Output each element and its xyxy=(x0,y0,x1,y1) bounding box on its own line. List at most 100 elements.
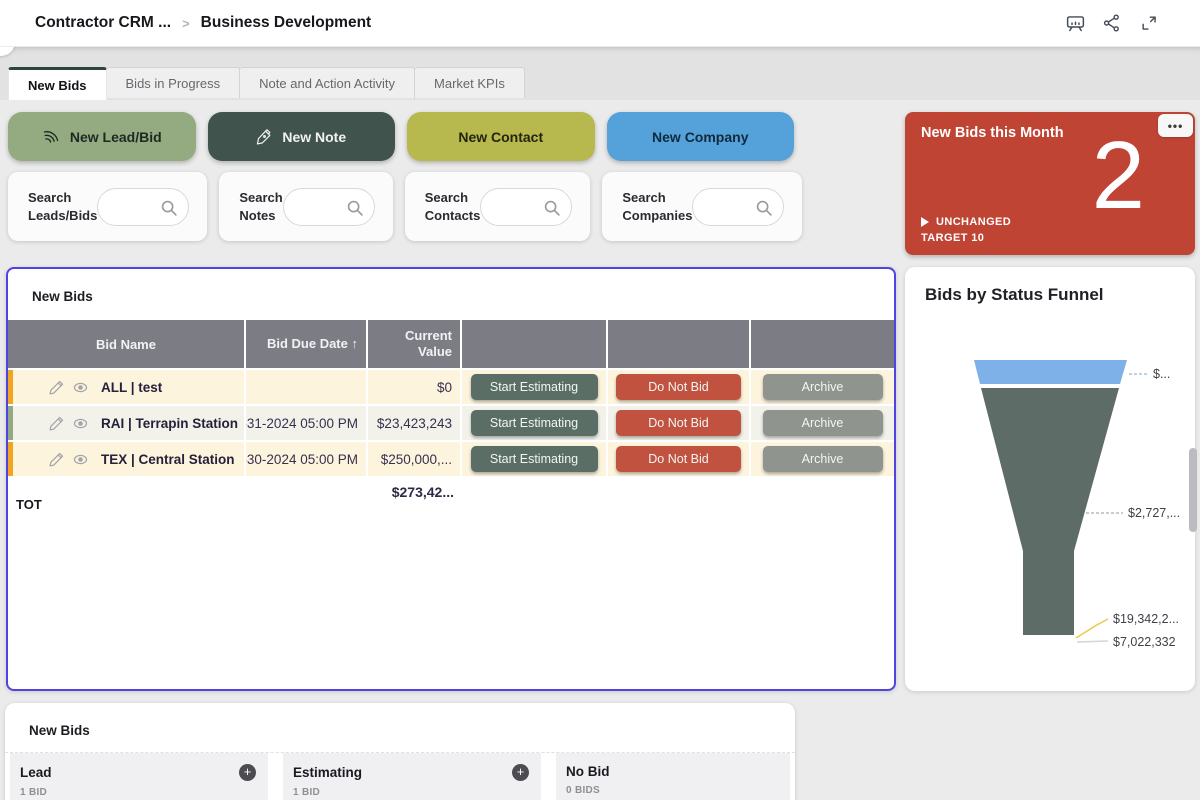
search-pill xyxy=(692,188,784,226)
appbar-actions xyxy=(1064,12,1160,34)
action-cell: Start Estimating xyxy=(462,370,608,404)
funnel-label: $... xyxy=(1153,367,1170,381)
action-cell: Do Not Bid xyxy=(608,406,751,440)
total-value: $273,42... xyxy=(368,476,462,518)
column-count: 1 BID xyxy=(20,787,256,798)
search-companies-card: SearchCompanies xyxy=(602,172,802,241)
signal-arcs-icon xyxy=(42,127,61,146)
expand-icon[interactable] xyxy=(1138,12,1160,34)
button-label: New Lead/Bid xyxy=(70,129,162,145)
start-estimating-button[interactable]: Start Estimating xyxy=(471,446,598,472)
kpi-target: TARGET 10 xyxy=(921,232,984,244)
bid-name-cell: ALL | test xyxy=(8,370,246,404)
funnel-label: $19,342,2... xyxy=(1113,612,1179,626)
current-value-cell: $0 xyxy=(368,370,462,404)
leader-line-4 xyxy=(1077,641,1108,642)
search-icon[interactable] xyxy=(753,197,775,219)
card-title: New Bids xyxy=(29,723,90,738)
action-cell: Archive xyxy=(751,370,894,404)
funnel-segment-1[interactable] xyxy=(974,360,1127,384)
search-pill xyxy=(480,188,572,226)
edit-icon[interactable] xyxy=(48,415,65,432)
column-header-bid-due-date[interactable]: Bid Due Date ↑ xyxy=(246,320,368,368)
search-label: SearchContacts xyxy=(425,189,481,224)
new-note-button[interactable]: New Note xyxy=(208,112,396,161)
search-icon[interactable] xyxy=(344,197,366,219)
bids-table: Bid Name Bid Due Date ↑ Current Value xyxy=(8,320,894,518)
vertical-scrollbar[interactable] xyxy=(1189,448,1197,532)
search-label: SearchCompanies xyxy=(622,189,692,224)
button-label: New Note xyxy=(282,129,346,145)
table-total-row: TOT $273,42... xyxy=(8,476,894,518)
search-label: SearchNotes xyxy=(239,189,282,224)
column-header-blank xyxy=(751,320,894,368)
column-count: 1 BID xyxy=(293,787,529,798)
status-color-bar xyxy=(8,442,13,476)
new-contact-button[interactable]: New Contact xyxy=(407,112,595,161)
tab-label: Note and Action Activity xyxy=(259,76,395,91)
new-bids-table-card: New Bids Bid Name Bid Due Date ↑ Current… xyxy=(6,267,896,691)
do-not-bid-button[interactable]: Do Not Bid xyxy=(616,374,741,400)
bid-name-cell: TEX | Central Station xyxy=(8,442,246,476)
view-icon[interactable] xyxy=(72,415,89,432)
search-icon[interactable] xyxy=(158,197,180,219)
bid-name[interactable]: TEX | Central Station xyxy=(101,452,235,467)
share-icon[interactable] xyxy=(1101,12,1123,34)
new-lead-bid-button[interactable]: New Lead/Bid xyxy=(8,112,196,161)
kpi-status-text: UNCHANGED xyxy=(936,216,1011,228)
bid-name[interactable]: RAI | Terrapin Station xyxy=(101,416,238,431)
add-bid-button[interactable]: + xyxy=(239,764,256,781)
view-icon[interactable] xyxy=(72,451,89,468)
bid-name[interactable]: ALL | test xyxy=(101,380,162,395)
kpi-menu-button[interactable]: ••• xyxy=(1158,114,1193,137)
edit-icon[interactable] xyxy=(48,451,65,468)
total-blank xyxy=(462,476,608,518)
pen-icon xyxy=(256,128,273,145)
tab-new-bids[interactable]: New Bids xyxy=(8,67,107,100)
funnel-segment-body[interactable] xyxy=(981,388,1119,635)
tab-label: New Bids xyxy=(28,78,87,93)
action-cell: Archive xyxy=(751,406,894,440)
start-estimating-button[interactable]: Start Estimating xyxy=(471,410,598,436)
add-bid-button[interactable]: + xyxy=(512,764,529,781)
kpi-new-bids-this-month: New Bids this Month 2 UNCHANGED TARGET 1… xyxy=(905,112,1195,255)
kpi-trend: UNCHANGED xyxy=(921,216,1011,228)
dashboard-tabs: New Bids Bids in Progress Note and Actio… xyxy=(8,67,525,100)
tab-note-action-activity[interactable]: Note and Action Activity xyxy=(240,67,415,98)
kanban-column-lead: Lead + 1 BID xyxy=(10,753,268,800)
search-leads-bids-card: SearchLeads/Bids xyxy=(8,172,207,241)
funnel-chart: $... $2,727,... $19,342,2... $7,022,332 xyxy=(905,267,1195,691)
bid-due-date-cell: -31-2024 05:00 PM xyxy=(246,406,368,440)
tab-bids-in-progress[interactable]: Bids in Progress xyxy=(107,67,241,98)
column-count: 0 BIDS xyxy=(566,785,778,796)
do-not-bid-button[interactable]: Do Not Bid xyxy=(616,410,741,436)
start-estimating-button[interactable]: Start Estimating xyxy=(471,374,598,400)
archive-button[interactable]: Archive xyxy=(763,410,883,436)
dashboard-content: New Lead/Bid New Note New Contact New Co… xyxy=(0,100,1200,800)
do-not-bid-button[interactable]: Do Not Bid xyxy=(616,446,741,472)
tab-market-kpis[interactable]: Market KPIs xyxy=(415,67,525,98)
edit-icon[interactable] xyxy=(48,379,65,396)
new-company-button[interactable]: New Company xyxy=(607,112,795,161)
kpi-title: New Bids this Month xyxy=(921,125,1064,141)
button-label: New Contact xyxy=(458,129,543,145)
kanban-column-estimating: Estimating + 1 BID xyxy=(283,753,541,800)
current-value-cell: $250,000,... xyxy=(368,442,462,476)
tab-band: New Bids Bids in Progress Note and Actio… xyxy=(0,47,1200,100)
presentation-icon[interactable] xyxy=(1064,12,1086,34)
archive-button[interactable]: Archive xyxy=(763,446,883,472)
button-label: New Company xyxy=(652,129,748,145)
column-header-current-value[interactable]: Current Value xyxy=(368,320,462,368)
action-cell: Do Not Bid xyxy=(608,370,751,404)
breadcrumb-app-title[interactable]: Contractor CRM ... xyxy=(35,14,171,32)
search-icon[interactable] xyxy=(541,197,563,219)
bid-due-date-cell: -30-2024 05:00 PM xyxy=(246,442,368,476)
status-color-bar xyxy=(8,406,13,440)
archive-button[interactable]: Archive xyxy=(763,374,883,400)
kpi-value: 2 xyxy=(1092,128,1145,224)
kanban-columns: Lead + 1 BID Estimating + 1 BID No Bid xyxy=(10,753,790,800)
column-header-bid-name[interactable]: Bid Name xyxy=(8,320,246,368)
column-title: Estimating xyxy=(293,765,362,780)
crm-dashboard: Contractor CRM ... > Business Developmen… xyxy=(0,0,1200,800)
view-icon[interactable] xyxy=(72,379,89,396)
